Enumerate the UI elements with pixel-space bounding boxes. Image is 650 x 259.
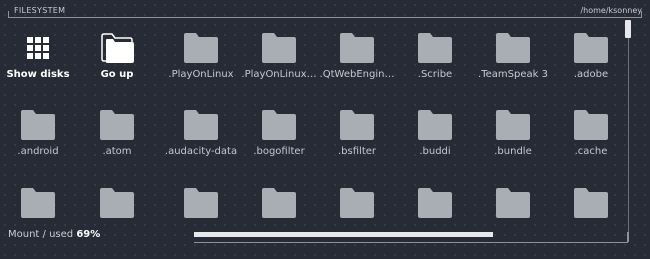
item-label: .audacity-data xyxy=(164,146,238,157)
scrollbar-track-line xyxy=(628,38,629,242)
folder-icon xyxy=(183,187,219,219)
folder-shape xyxy=(262,188,296,218)
item-label: .atom xyxy=(102,146,132,157)
folder-shape xyxy=(21,110,55,140)
item-label: Go up xyxy=(100,69,134,80)
grid-icon xyxy=(20,32,56,64)
header-divider xyxy=(8,17,642,18)
item-label: .buddi xyxy=(419,146,451,157)
folder-shape xyxy=(574,188,608,218)
item-label: Show disks xyxy=(6,69,70,80)
folder-icon xyxy=(339,32,375,64)
folder-item-android[interactable]: .android xyxy=(0,105,77,185)
folder-shape xyxy=(496,33,530,63)
folder-shape xyxy=(262,110,296,140)
item-label: .bsfilter xyxy=(338,146,376,157)
item-label: .QtWebEngin… xyxy=(319,69,395,80)
folder-shape xyxy=(418,188,452,218)
folder-icon xyxy=(417,187,453,219)
folder-shape xyxy=(262,33,296,63)
folder-icon xyxy=(261,187,297,219)
folder-shape xyxy=(184,33,218,63)
item-label: .TeamSpeak 3 xyxy=(478,69,548,80)
folder-item-item-23[interactable] xyxy=(552,183,620,222)
scrollbar-thumb[interactable] xyxy=(625,20,631,38)
item-label: .cache xyxy=(574,146,608,157)
mount-usage-text: Mount / used xyxy=(8,229,74,240)
folder-icon xyxy=(20,109,56,141)
folder-icon xyxy=(99,187,135,219)
folder-item-item-20[interactable] xyxy=(318,183,396,222)
folder-shape xyxy=(418,33,452,63)
header-divider-right-tick xyxy=(641,11,642,18)
folder-icon xyxy=(261,109,297,141)
folder-icon xyxy=(573,32,609,64)
folder-item-teamspeak-3[interactable]: .TeamSpeak 3 xyxy=(474,28,552,108)
folder-icon xyxy=(339,187,375,219)
folder-shape xyxy=(100,110,134,140)
folder-shape xyxy=(21,188,55,218)
folder-icon xyxy=(261,32,297,64)
folder-icon xyxy=(183,32,219,64)
folder-icon xyxy=(495,187,531,219)
folder-icon xyxy=(183,109,219,141)
folder-up-icon xyxy=(99,32,135,64)
folder-shape xyxy=(496,188,530,218)
item-label: .bundle xyxy=(494,146,532,157)
folder-item-playonlinux[interactable]: .PlayOnLinux… xyxy=(240,28,318,108)
folder-icon xyxy=(495,109,531,141)
folder-item-cache[interactable]: .cache xyxy=(552,105,620,185)
folder-item-scribe[interactable]: .Scribe xyxy=(396,28,474,108)
folder-shape xyxy=(340,110,374,140)
header-divider-left-tick xyxy=(8,11,9,18)
folder-shape xyxy=(100,188,134,218)
panel-title: FILESYSTEM xyxy=(14,6,66,15)
folder-item-audacity-data[interactable]: .audacity-data xyxy=(162,105,240,185)
folder-icon xyxy=(417,109,453,141)
item-label: .bogofilter xyxy=(253,146,305,157)
folder-icon xyxy=(99,109,135,141)
folder-icon xyxy=(417,32,453,64)
folder-item-item-22[interactable] xyxy=(474,183,552,222)
folder-shape xyxy=(184,188,218,218)
folder-item-item-21[interactable] xyxy=(396,183,474,222)
folder-icon xyxy=(573,187,609,219)
folder-shape xyxy=(340,188,374,218)
show-disks-button[interactable]: Show disks xyxy=(0,28,77,108)
folder-icon xyxy=(573,109,609,141)
current-path: /home/ksonney xyxy=(580,6,642,15)
mount-usage-percent: 69% xyxy=(76,229,101,240)
item-label: .PlayOnLinux… xyxy=(241,69,317,80)
folder-shape xyxy=(574,110,608,140)
item-label: .PlayOnLinux xyxy=(168,69,234,80)
folder-shape xyxy=(340,33,374,63)
file-grid: Show disks Go up .PlayOnLinux .PlayOnLinux…… xyxy=(0,28,620,222)
folder-shape xyxy=(184,110,218,140)
folder-item-item-18[interactable] xyxy=(162,183,240,222)
folder-icon xyxy=(339,109,375,141)
folder-item-qtwebengin[interactable]: .QtWebEngin… xyxy=(318,28,396,108)
folder-item-adobe[interactable]: .adobe xyxy=(552,28,620,108)
folder-item-bsfilter[interactable]: .bsfilter xyxy=(318,105,396,185)
item-label: .Scribe xyxy=(417,69,453,80)
folder-item-buddi[interactable]: .buddi xyxy=(396,105,474,185)
folder-item-item-17[interactable] xyxy=(78,183,156,222)
folder-item-item-16[interactable] xyxy=(0,183,77,222)
folder-shape xyxy=(418,110,452,140)
folder-shape xyxy=(496,110,530,140)
mount-usage-label: Mount / used 69% xyxy=(8,229,100,240)
usage-bar-endcap xyxy=(627,232,629,242)
go-up-button[interactable]: Go up xyxy=(78,28,156,108)
folder-item-atom[interactable]: .atom xyxy=(78,105,156,185)
folder-icon xyxy=(20,187,56,219)
folder-item-bogofilter[interactable]: .bogofilter xyxy=(240,105,318,185)
folder-icon xyxy=(495,32,531,64)
folder-shape xyxy=(574,33,608,63)
folder-item-bundle[interactable]: .bundle xyxy=(474,105,552,185)
folder-item-playonlinux[interactable]: .PlayOnLinux xyxy=(162,28,240,108)
folder-item-item-19[interactable] xyxy=(240,183,318,222)
item-label: .android xyxy=(17,146,59,157)
item-label: .adobe xyxy=(573,69,609,80)
usage-bar-fill xyxy=(194,232,493,237)
